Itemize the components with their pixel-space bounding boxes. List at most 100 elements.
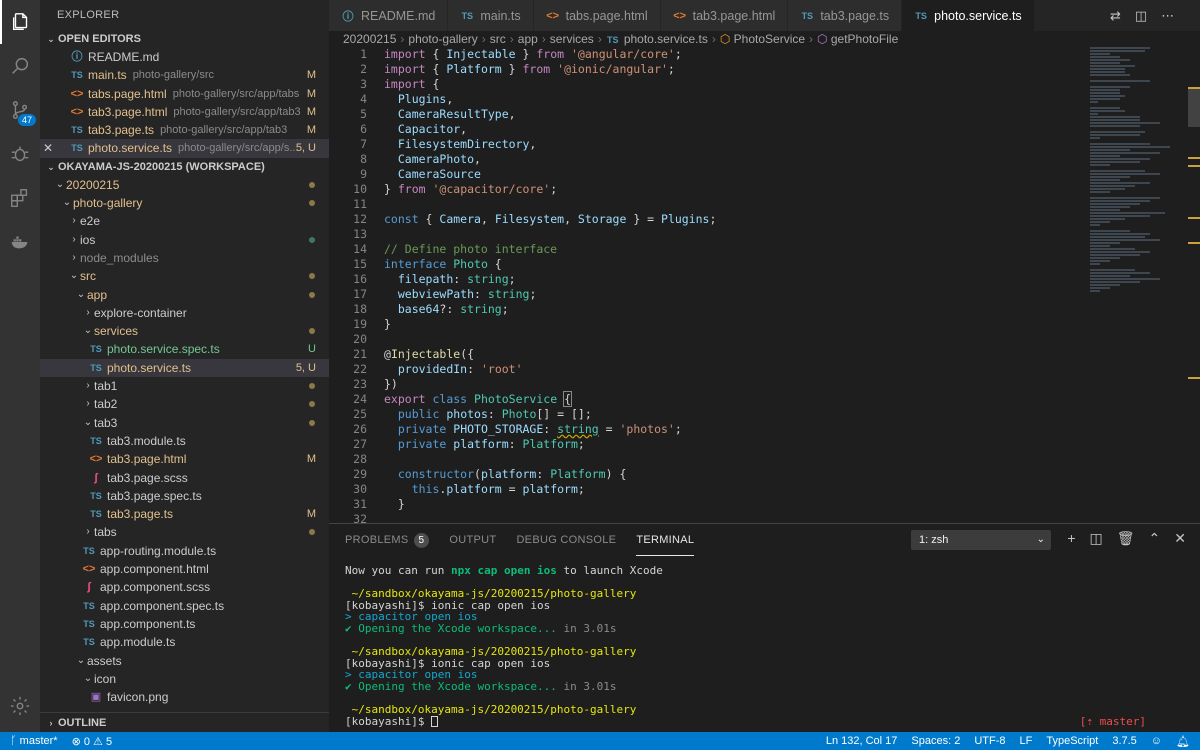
file-item[interactable]: TS tab3.page.ts M [40, 505, 329, 523]
open-editor-item[interactable]: ✕ TS photo.service.ts photo-gallery/src/app… [40, 139, 329, 158]
folder-item[interactable]: ⌄ services [40, 322, 329, 340]
breadcrumb-item[interactable]: services [550, 32, 594, 46]
minimap[interactable] [1090, 47, 1186, 307]
breadcrumb-item[interactable]: PhotoService [734, 32, 805, 46]
breadcrumb-item[interactable]: photo.service.ts [624, 32, 708, 46]
breadcrumb-item[interactable]: getPhotoFile [831, 32, 898, 46]
typescript-file-icon: TS [71, 143, 83, 154]
notifications-bell-icon[interactable]: 🔔︎ [1176, 735, 1190, 748]
folder-item[interactable]: ⌄ photo-gallery [40, 194, 329, 212]
split-terminal-icon[interactable]: ◫ [1090, 530, 1103, 547]
explorer-icon[interactable] [0, 0, 40, 44]
folder-item[interactable]: ⌄ assets [40, 652, 329, 670]
file-item[interactable]: ʃ app.component.scss [40, 578, 329, 596]
open-editor-item[interactable]: TS main.ts photo-gallery/src M [40, 66, 329, 84]
more-actions-icon[interactable]: ⋯ [1161, 8, 1174, 24]
file-item[interactable]: ▣ favicon.png [40, 688, 329, 706]
language-mode[interactable]: TypeScript [1046, 735, 1098, 747]
open-editors-header[interactable]: ⌄ OPEN EDITORS [40, 30, 329, 48]
docker-icon[interactable] [0, 220, 40, 264]
close-icon[interactable]: ✕ [40, 139, 56, 157]
code-text[interactable]: import { Injectable } from '@angular/cor… [384, 47, 1080, 523]
breadcrumb-item[interactable]: 20200215 [343, 32, 396, 46]
scrollbar-thumb[interactable] [1188, 87, 1200, 127]
breadcrumb-item[interactable]: app [518, 32, 538, 46]
file-item[interactable]: TS photo.service.ts 5, U [40, 358, 329, 378]
file-item[interactable]: <> app.component.html [40, 560, 329, 578]
folder-item[interactable]: › tab2 [40, 395, 329, 413]
workspace-header[interactable]: ⌄ OKAYAMA-JS-20200215 (WORKSPACE) [40, 158, 329, 176]
problems-indicator[interactable]: ⊗ 0 ⚠ 5 [72, 735, 113, 748]
source-control-icon[interactable]: 47 [0, 88, 40, 132]
folder-item[interactable]: ⌄ app [40, 286, 329, 304]
editor-tab[interactable]: <> tabs.page.html [533, 0, 661, 31]
split-editor-icon[interactable]: ◫ [1135, 8, 1147, 24]
ts-version[interactable]: 3.7.5 [1112, 735, 1136, 747]
new-terminal-icon[interactable]: + [1067, 530, 1075, 547]
extensions-icon[interactable] [0, 176, 40, 220]
file-item[interactable]: <> tab3.page.html M [40, 450, 329, 468]
panel-tab[interactable]: PROBLEMS 5 [345, 524, 430, 556]
minimap-line [1090, 65, 1135, 67]
terminal-output[interactable]: Now you can run npx cap open ios to laun… [345, 565, 1186, 728]
line-number: 5 [360, 107, 367, 121]
compare-icon[interactable]: ⇄ [1110, 8, 1121, 24]
typescript-file-icon: TS [461, 10, 474, 21]
minimap-line [1090, 215, 1150, 217]
editor-tab[interactable]: TS main.ts [448, 0, 534, 31]
breadcrumb-item[interactable]: src [490, 32, 506, 46]
folder-item[interactable]: ⌄ 20200215 [40, 176, 329, 194]
folder-item[interactable]: › explore-container [40, 304, 329, 322]
panel-tab[interactable]: DEBUG CONSOLE [516, 524, 616, 556]
file-item[interactable]: TS app.component.spec.ts [40, 597, 329, 615]
close-panel-icon[interactable]: ✕ [1174, 530, 1186, 547]
outline-header[interactable]: › OUTLINE [40, 712, 329, 732]
tree-item-label: photo.service.ts [107, 360, 192, 375]
file-item[interactable]: TS app-routing.module.ts [40, 542, 329, 560]
feedback-icon[interactable]: ☺ [1151, 735, 1162, 747]
editor-tab[interactable]: TS tab3.page.ts [788, 0, 903, 31]
file-item[interactable]: TS tab3.page.spec.ts [40, 487, 329, 505]
trash-icon[interactable]: 🗑 [1117, 530, 1135, 547]
file-item[interactable]: ʃ tab3.page.scss [40, 469, 329, 487]
editor-tab[interactable]: ⓘ README.md [329, 0, 449, 31]
branch-indicator[interactable]: ᚴ master* [10, 735, 58, 747]
folder-item[interactable]: ⌄ src [40, 267, 329, 285]
folder-item[interactable]: › ios [40, 231, 329, 249]
editor-tab[interactable]: TS photo.service.ts [902, 0, 1035, 31]
cursor-position[interactable]: Ln 132, Col 17 [826, 735, 898, 747]
tree-item-label: tab3.page.spec.ts [107, 488, 202, 503]
end-of-line[interactable]: LF [1020, 735, 1033, 747]
open-editor-item[interactable]: <> tabs.page.html photo-gallery/src/app/ta… [40, 85, 329, 103]
code-editor[interactable]: 1 2 3 4 5 6 7 8 9 10 11 12 13 14 15 16 17 18 19 20 21 22 23 24 2… [329, 47, 1200, 523]
encoding[interactable]: UTF-8 [974, 735, 1005, 747]
file-item[interactable]: TS app.module.ts [40, 633, 329, 651]
panel-tab[interactable]: TERMINAL [636, 524, 695, 556]
open-editor-item[interactable]: TS tab3.page.ts photo-gallery/src/app/tab3… [40, 121, 329, 139]
tree-item-label: favicon.png [107, 690, 169, 705]
open-editor-item[interactable]: <> tab3.page.html photo-gallery/src/app/ta… [40, 103, 329, 121]
folder-item[interactable]: › tab1 [40, 377, 329, 395]
folder-item[interactable]: ⌄ tab3 [40, 414, 329, 432]
terminal-select[interactable]: 1: zsh ⌄ [911, 530, 1051, 550]
settings-gear-icon[interactable] [0, 684, 40, 728]
panel-tab[interactable]: OUTPUT [449, 524, 496, 556]
file-item[interactable]: TS photo.service.spec.ts U [40, 340, 329, 358]
editor-scrollbar[interactable] [1188, 47, 1200, 523]
search-icon[interactable] [0, 44, 40, 88]
html-file-icon: <> [546, 9, 560, 22]
editor-tab[interactable]: <> tab3.page.html [660, 0, 789, 31]
folder-item[interactable]: › node_modules [40, 249, 329, 267]
debug-icon[interactable] [0, 132, 40, 176]
breadcrumb-item[interactable]: photo-gallery [408, 32, 477, 46]
typescript-file-icon: TS [90, 509, 102, 520]
open-editor-item[interactable]: ⓘ README.md [40, 48, 329, 66]
folder-item[interactable]: › e2e [40, 212, 329, 230]
indentation[interactable]: Spaces: 2 [911, 735, 960, 747]
file-item[interactable]: TS app.component.ts [40, 615, 329, 633]
folder-item[interactable]: ⌄ icon [40, 670, 329, 688]
file-item[interactable]: TS tab3.module.ts [40, 432, 329, 450]
maximize-panel-icon[interactable]: ⌃ [1149, 530, 1161, 547]
folder-item[interactable]: › tabs [40, 523, 329, 541]
tree-item-label: app-routing.module.ts [100, 543, 217, 558]
